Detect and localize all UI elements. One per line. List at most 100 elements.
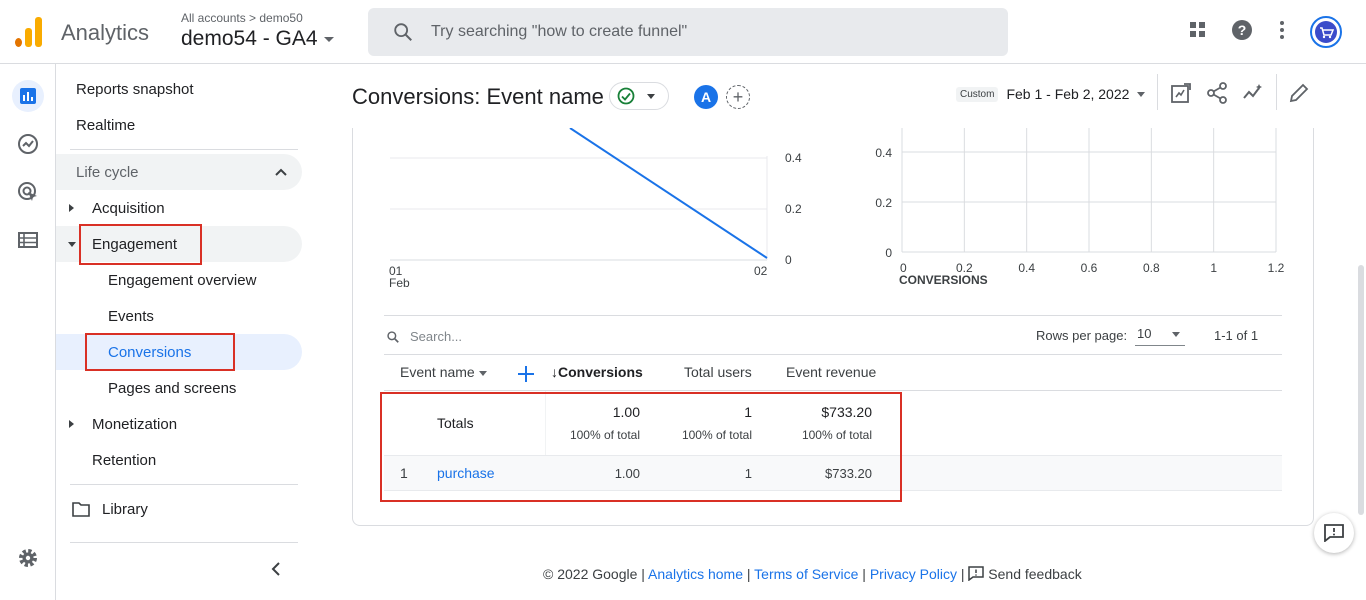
chevron-down-icon (1172, 332, 1180, 337)
nav-divider-3 (70, 542, 298, 543)
search-bar[interactable]: Try searching "how to create funnel" (368, 8, 1008, 56)
line-chart: 0.40.2001Feb02 (389, 128, 802, 290)
x-tick-label: 0.4 (1018, 261, 1035, 275)
search-icon (394, 23, 412, 41)
bar-chart-icon (20, 88, 36, 104)
collapse-engagement-icon[interactable] (68, 242, 76, 247)
page-scrollbar[interactable] (1358, 265, 1364, 515)
y-tick-label: 0 (885, 246, 892, 260)
table-top-divider (384, 315, 1282, 316)
nav-pages-screens[interactable]: Pages and screens (108, 370, 236, 406)
segment-avatar[interactable]: A (694, 85, 718, 109)
x-tick-label: 0.8 (1143, 261, 1160, 275)
date-range-picker[interactable]: Custom Feb 1 - Feb 2, 2022 (956, 86, 1146, 102)
sort-arrow-down-icon: ↓ (551, 364, 558, 380)
add-dimension-plus-icon[interactable] (516, 364, 536, 384)
footer-terms-link[interactable]: Terms of Service (754, 566, 858, 582)
date-custom-label: Custom (956, 86, 999, 102)
footer-sep: | (960, 566, 965, 582)
highlight-box-conversions (85, 333, 235, 371)
svg-text:?: ? (1238, 22, 1247, 38)
insights-icon[interactable] (1242, 82, 1264, 104)
account-breadcrumb[interactable]: All accounts > demo50 (181, 11, 303, 25)
chevron-down-icon (647, 94, 655, 99)
gear-icon (19, 549, 37, 567)
feedback-fab[interactable] (1314, 513, 1354, 553)
report-nav: Reports snapshot Realtime Life cycle Acq… (56, 64, 320, 600)
nav-reports-snapshot[interactable]: Reports snapshot (76, 71, 194, 107)
analytics-logo-icon[interactable] (15, 17, 43, 47)
check-circle-icon (617, 87, 635, 105)
collapse-nav-chevron-left-icon[interactable] (268, 561, 284, 577)
nav-realtime[interactable]: Realtime (76, 107, 135, 143)
y-tick-label: 0.2 (785, 202, 802, 216)
table-search-icon (387, 331, 399, 343)
report-header: Conversions: Event name A + Custom Feb 1… (320, 64, 1366, 128)
nav-divider (70, 149, 298, 150)
nav-monetization[interactable]: Monetization (92, 406, 177, 442)
y-tick-label: 0 (785, 253, 792, 267)
y-tick-label: 0.4 (785, 151, 802, 165)
feedback-icon (968, 566, 985, 582)
report-status-dropdown[interactable] (609, 82, 669, 110)
nav-retention[interactable]: Retention (92, 442, 156, 478)
series-line (569, 128, 768, 259)
rail-advertising[interactable] (12, 176, 44, 208)
nav-engagement-overview[interactable]: Engagement overview (108, 262, 256, 298)
date-range-text: Feb 1 - Feb 2, 2022 (1006, 86, 1130, 102)
col-event-name-label: Event name (400, 364, 475, 380)
col-conversions[interactable]: ↓Conversions (551, 364, 643, 380)
footer-send-feedback[interactable]: Send feedback (968, 566, 1082, 582)
apps-grid-icon[interactable] (1187, 19, 1209, 41)
col-conversions-label: Conversions (558, 364, 643, 380)
property-name: demo54 - GA4 (181, 27, 318, 50)
table-header-divider (384, 390, 1282, 391)
app-name: Analytics (61, 20, 150, 45)
x-tick-label: 1.2 (1268, 261, 1285, 275)
help-icon[interactable]: ? (1231, 19, 1253, 41)
expand-monetization-icon[interactable] (69, 420, 74, 428)
feedback-icon (1324, 524, 1344, 542)
customize-report-icon[interactable] (1170, 82, 1192, 104)
footer: © 2022 Google | Analytics home | Terms o… (543, 566, 1082, 582)
x-axis-label: CONVERSIONS (899, 273, 988, 287)
chevron-up-icon[interactable] (274, 166, 288, 178)
edit-pencil-icon[interactable] (1288, 82, 1310, 104)
rail-reports[interactable] (12, 80, 44, 112)
share-icon[interactable] (1206, 82, 1228, 104)
expand-acquisition-icon[interactable] (69, 204, 74, 212)
rows-per-page-label: Rows per page: (1036, 328, 1128, 343)
rail-explore[interactable] (12, 128, 44, 160)
add-comparison-icon[interactable]: + (726, 85, 750, 109)
rail-admin[interactable] (12, 542, 44, 574)
x-tick-label: Feb (389, 276, 410, 290)
header-separator-2 (1276, 74, 1277, 110)
property-selector[interactable]: demo54 - GA4 (181, 27, 334, 51)
chevron-down-icon (1137, 91, 1146, 97)
table-search-input[interactable]: Search... (410, 329, 462, 344)
nav-acquisition[interactable]: Acquisition (92, 190, 165, 226)
highlight-box-table (380, 392, 902, 502)
footer-privacy-link[interactable]: Privacy Policy (870, 566, 957, 582)
pagination-info: 1-1 of 1 (1214, 328, 1259, 343)
col-event-name[interactable]: Event name (400, 364, 487, 380)
search-placeholder: Try searching "how to create funnel" (431, 23, 688, 40)
rows-per-page-select[interactable]: 10 (1135, 324, 1185, 346)
account-avatar-icon[interactable] (1310, 16, 1342, 48)
col-event-revenue[interactable]: Event revenue (786, 364, 876, 380)
x-tick-label: 02 (754, 264, 768, 278)
table-header-divider-top (384, 354, 1282, 355)
footer-feedback-label: Send feedback (988, 566, 1082, 582)
nav-events[interactable]: Events (108, 298, 154, 334)
top-bar: Analytics All accounts > demo50 demo54 -… (0, 0, 1366, 64)
nav-library[interactable]: Library (102, 491, 148, 527)
dimension-dropdown-icon (478, 370, 487, 376)
footer-copyright: © 2022 Google | (543, 566, 645, 582)
rail-configure[interactable] (12, 224, 44, 256)
footer-analytics-home-link[interactable]: Analytics home (648, 566, 743, 582)
more-vert-icon[interactable] (1271, 19, 1293, 41)
advertising-target-icon (18, 182, 37, 201)
page-title: Conversions: Event name (352, 84, 604, 109)
footer-sep: | (746, 566, 751, 582)
col-total-users[interactable]: Total users (684, 364, 752, 380)
